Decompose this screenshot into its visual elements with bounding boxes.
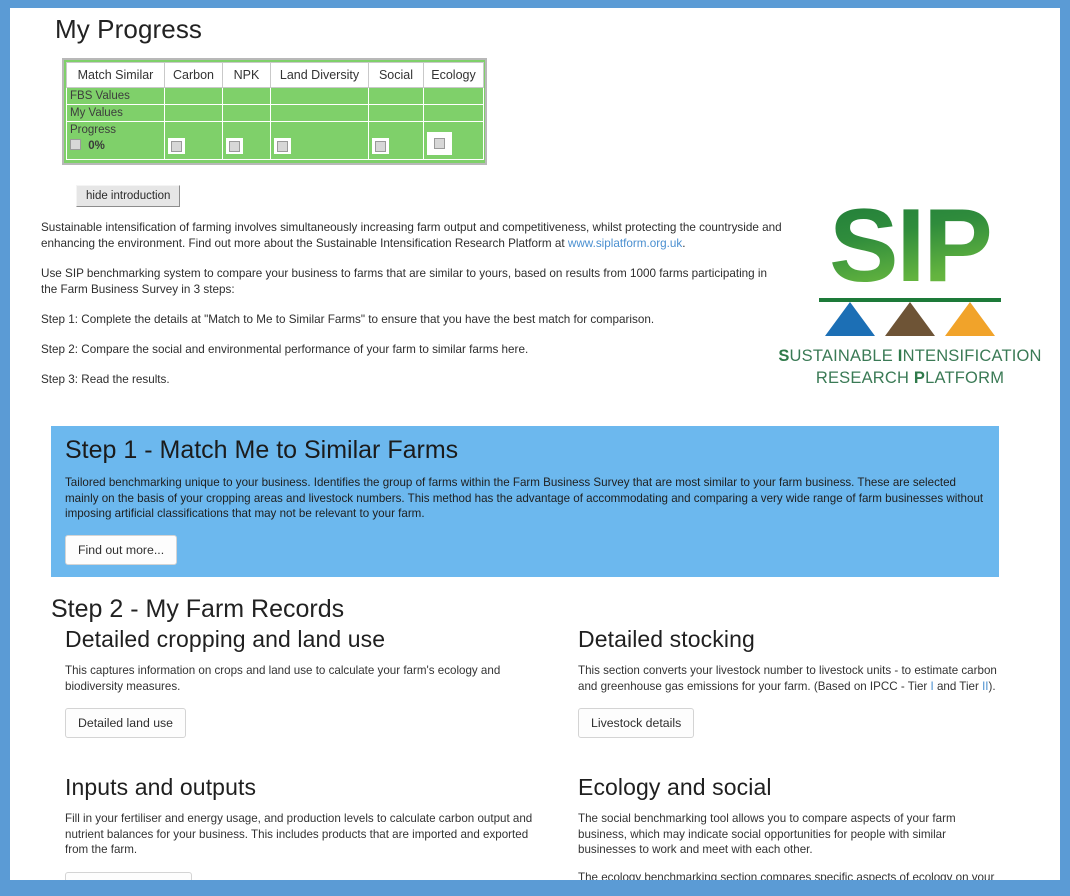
logo-caption-line-1: SUSTAINABLE INTENSIFICATION	[772, 345, 1048, 367]
card-body-stocking: This section converts your livestock num…	[578, 663, 1005, 694]
cell-my-carbon	[164, 104, 223, 122]
card-title-cropping: Detailed cropping and land use	[65, 626, 386, 652]
card-title-ecology-social: Ecology and social	[578, 774, 772, 800]
row-label-progress: Progress	[70, 124, 117, 136]
step-1-heading: Step 1 - Match Me to Similar Farms	[65, 436, 459, 464]
column-header-match-similar[interactable]: Match Similar	[66, 62, 165, 88]
progress-checkbox-carbon[interactable]	[171, 141, 182, 152]
progress-table: Match Similar Carbon NPK Land Diversity …	[66, 62, 484, 160]
card-title-inputs-outputs: Inputs and outputs	[65, 774, 257, 800]
cell-fbs-land-diversity	[270, 87, 369, 105]
card-body-cropping: This captures information on crops and l…	[65, 664, 501, 693]
sip-logo: SIP SUSTAINABLE INTENSIFICATION RESEARCH…	[772, 194, 1048, 389]
caption-initial-s: S	[778, 347, 790, 365]
progress-checkbox-npk[interactable]	[229, 141, 240, 152]
card-title-stocking: Detailed stocking	[578, 626, 755, 652]
progress-table-header-row: Match Similar Carbon NPK Land Diversity …	[66, 62, 484, 88]
cell-progress-label: Progress 0%	[66, 121, 165, 160]
column-header-land-diversity[interactable]: Land Diversity	[270, 62, 369, 88]
intro-step-3-text: Step 3: Read the results.	[41, 373, 170, 386]
caption-initial-p: P	[913, 369, 926, 387]
card-body-ecology-social-2: The ecology benchmarking section compare…	[578, 870, 995, 881]
card-ecology-and-social: Ecology and social The social benchmarki…	[564, 768, 1019, 880]
hide-introduction-button[interactable]: hide introduction	[76, 185, 181, 207]
stocking-body-part-b: and Tier	[933, 679, 983, 693]
intro-step-1-text: Step 1: Complete the details at "Match t…	[41, 313, 655, 326]
progress-checkbox-social[interactable]	[375, 141, 386, 152]
card-inputs-and-outputs: Inputs and outputs Fill in your fertilis…	[51, 768, 564, 880]
caption-sustainable: USTAINABLE	[789, 347, 898, 365]
progress-table-container: Match Similar Carbon NPK Land Diversity …	[62, 58, 487, 165]
checkbox-backdrop	[168, 138, 185, 154]
intro-step-2-text: Step 2: Compare the social and environme…	[41, 343, 529, 356]
cell-progress-npk	[222, 121, 271, 160]
cell-fbs-social	[368, 87, 424, 105]
farm-records-cards: Detailed cropping and land use This capt…	[51, 620, 1019, 880]
cell-fbs-ecology	[423, 87, 484, 105]
cell-my-land-diversity	[270, 104, 369, 122]
column-header-social[interactable]: Social	[368, 62, 424, 88]
logo-triangles	[819, 302, 1001, 336]
stocking-body-part-c: ).	[988, 679, 996, 693]
page-frame: My Progress Match Similar Carbon NPK Lan…	[10, 8, 1060, 880]
livestock-details-button[interactable]: Livestock details	[578, 708, 695, 738]
table-row: FBS Values	[66, 87, 484, 105]
inputs-and-outputs-button[interactable]: Inputs and outputs	[65, 871, 193, 880]
cell-progress-social	[368, 121, 424, 160]
page-title: My Progress	[55, 14, 203, 44]
triangle-brown-icon	[885, 302, 935, 336]
cell-fbs-carbon	[164, 87, 223, 105]
detailed-land-use-button[interactable]: Detailed land use	[65, 708, 187, 738]
introduction-text: Sustainable intensification of farming i…	[41, 220, 786, 402]
progress-checkbox-land-diversity[interactable]	[277, 141, 288, 152]
caption-research: RESEARCH	[815, 369, 914, 387]
caption-intensification: NTENSIFICATION	[902, 347, 1042, 365]
checkbox-backdrop	[226, 138, 243, 154]
progress-percent: 0%	[88, 140, 105, 152]
find-out-more-button[interactable]: Find out more...	[65, 534, 178, 565]
column-header-carbon[interactable]: Carbon	[164, 62, 223, 88]
cell-progress-carbon	[164, 121, 223, 160]
checkbox-backdrop	[427, 132, 452, 155]
progress-checkbox-ecology[interactable]	[434, 138, 445, 149]
caption-platform: LATFORM	[925, 369, 1005, 387]
table-row-progress: Progress 0%	[66, 121, 484, 160]
cell-my-npk	[222, 104, 271, 122]
cell-progress-ecology	[423, 121, 484, 160]
step-1-banner: Step 1 - Match Me to Similar Farms Tailo…	[51, 426, 999, 577]
triangle-orange-icon	[945, 302, 995, 336]
card-body-inputs-outputs: Fill in your fertiliser and energy usage…	[65, 812, 533, 856]
progress-checkbox-match-similar[interactable]	[70, 139, 81, 150]
triangle-blue-icon	[825, 302, 875, 336]
checkbox-backdrop	[274, 138, 291, 154]
card-detailed-cropping-and-land-use: Detailed cropping and land use This capt…	[51, 620, 564, 738]
table-row: My Values	[66, 104, 484, 122]
cell-progress-land-diversity	[270, 121, 369, 160]
logo-caption-line-2: RESEARCH PLATFORM	[772, 367, 1048, 389]
logo-caption: SUSTAINABLE INTENSIFICATION RESEARCH PLA…	[772, 345, 1048, 389]
card-body-ecology-social-1: The social benchmarking tool allows you …	[578, 812, 956, 856]
intro-paragraph-2: Use SIP benchmarking system to compare y…	[41, 267, 768, 296]
step-1-body: Tailored benchmarking unique to your bus…	[65, 476, 984, 520]
cell-fbs-npk	[222, 87, 271, 105]
row-label-fbs-values: FBS Values	[66, 87, 165, 105]
card-detailed-stocking: Detailed stocking This section converts …	[564, 620, 1019, 738]
cell-my-ecology	[423, 104, 484, 122]
intro-p1-period: .	[682, 237, 686, 250]
checkbox-backdrop	[372, 138, 389, 154]
cell-my-social	[368, 104, 424, 122]
row-label-my-values: My Values	[66, 104, 165, 122]
sip-wordmark: SIP	[772, 194, 1048, 298]
column-header-npk[interactable]: NPK	[222, 62, 271, 88]
column-header-ecology[interactable]: Ecology	[423, 62, 484, 88]
siplatform-link[interactable]: www.siplatform.org.uk	[568, 237, 682, 250]
intro-paragraph-1: Sustainable intensification of farming i…	[41, 220, 786, 252]
